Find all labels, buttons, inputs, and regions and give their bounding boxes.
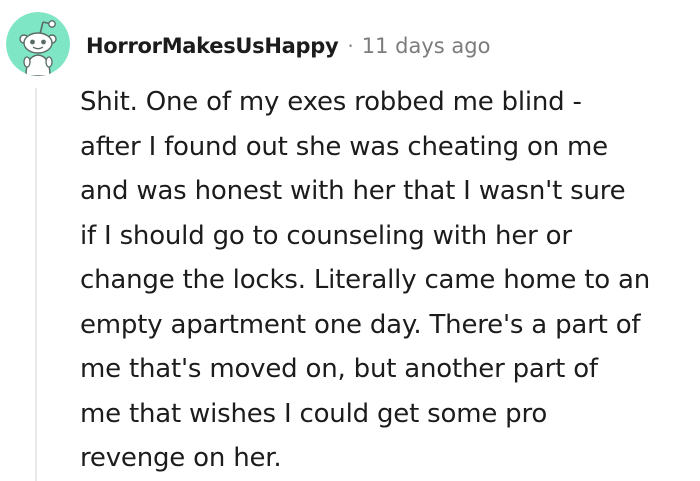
comment-body-line: and was honest with her that I wasn't su… — [80, 176, 626, 206]
username-link[interactable]: HorrorMakesUsHappy — [86, 34, 339, 58]
comment-body-line: change the locks. Literally came home to… — [80, 265, 651, 295]
comment-body: Shit. One of my exes robbed me blind - a… — [80, 80, 690, 481]
comment: HorrorMakesUsHappy · 11 days ago Shit. O… — [0, 0, 700, 481]
header-separator: · — [347, 34, 354, 58]
comment-body-line: me that's moved on, but another part of — [80, 354, 598, 384]
comment-body-line: me that wishes I could get some pro — [80, 398, 548, 429]
thread-collapse-line[interactable] — [35, 88, 37, 481]
comment-body-line: revenge on her. — [80, 443, 282, 473]
avatar[interactable] — [6, 12, 70, 76]
comment-body-line: if I should go to counseling with her or — [80, 220, 572, 251]
timestamp[interactable]: 11 days ago — [362, 34, 491, 58]
comment-body-line: empty apartment one day. There's a part … — [80, 309, 641, 340]
reddit-snoo-avatar-icon — [6, 12, 70, 76]
comment-body-line: after I found out she was cheating on me — [80, 131, 608, 162]
comment-header: HorrorMakesUsHappy · 11 days ago — [86, 28, 490, 64]
comment-body-line: Shit. One of my exes robbed me blind - — [80, 87, 582, 117]
